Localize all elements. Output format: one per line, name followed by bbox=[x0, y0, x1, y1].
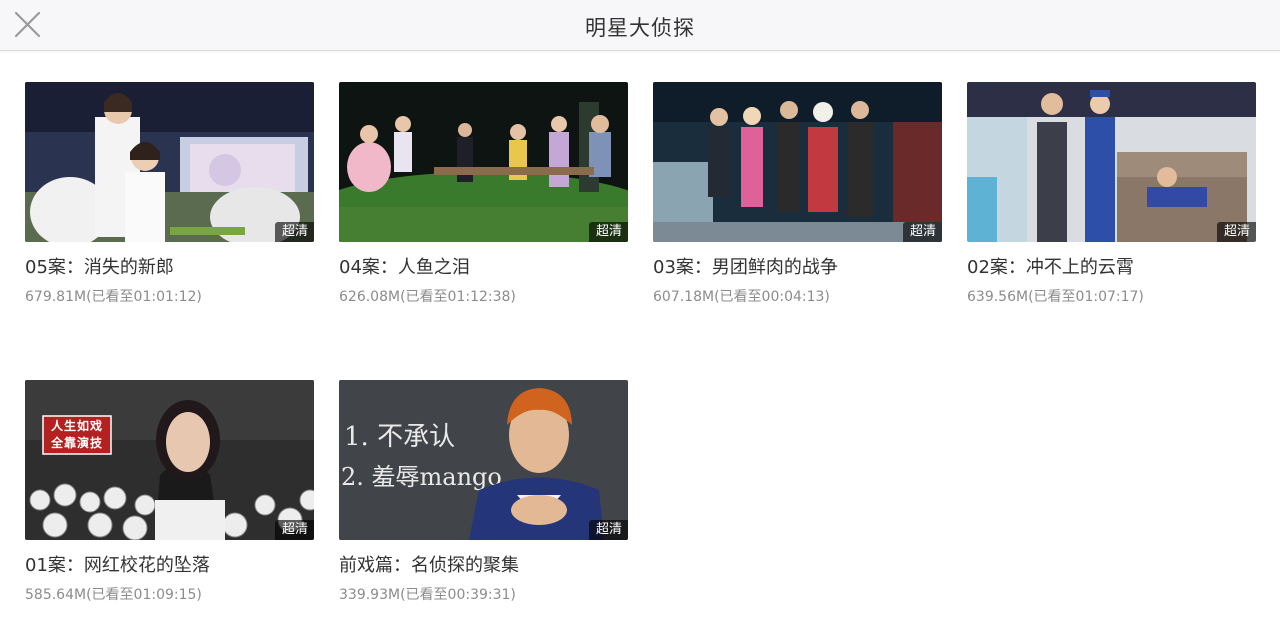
episode-thumbnail[interactable]: 超清 bbox=[25, 82, 314, 242]
episode-title[interactable]: 03案：男团鲜肉的战争 bbox=[653, 257, 942, 279]
chalk-line: 2. 羞辱mango bbox=[341, 463, 502, 491]
episode-thumbnail[interactable]: 1. 不承认 2. 羞辱mango 超清 bbox=[339, 380, 628, 540]
thumbnail-image bbox=[339, 82, 628, 242]
watch-progress: (已看至01:12:38) bbox=[400, 289, 516, 305]
thumbnail-image bbox=[967, 82, 1256, 242]
thumbnail-image bbox=[25, 82, 314, 242]
hd-badge: 超清 bbox=[902, 222, 942, 242]
thumbnail-image: 1. 不承认 2. 羞辱mango bbox=[339, 380, 628, 540]
hd-badge: 超清 bbox=[274, 520, 314, 540]
page-title: 明星大侦探 bbox=[585, 16, 695, 40]
episode-title[interactable]: 04案：人鱼之泪 bbox=[339, 257, 628, 279]
hd-badge: 超清 bbox=[588, 520, 628, 540]
episode-thumbnail[interactable]: 超清 bbox=[653, 82, 942, 242]
episode-card[interactable]: 超清 04案：人鱼之泪 626.08M(已看至01:12:38) bbox=[339, 82, 628, 306]
episode-thumbnail[interactable]: 超清 bbox=[967, 82, 1256, 242]
episode-title[interactable]: 01案：网红校花的坠落 bbox=[25, 555, 314, 577]
episode-card[interactable]: 1. 不承认 2. 羞辱mango 超清 前戏篇：名侦探的聚集 339.93M(… bbox=[339, 380, 628, 604]
episode-meta: 607.18M(已看至00:04:13) bbox=[653, 288, 942, 306]
episode-meta: 585.64M(已看至01:09:15) bbox=[25, 586, 314, 604]
episode-size: 339.93M bbox=[339, 587, 401, 603]
watch-progress: (已看至01:09:15) bbox=[86, 587, 202, 603]
episode-thumbnail[interactable]: 超清 bbox=[339, 82, 628, 242]
episode-size: 585.64M bbox=[25, 587, 87, 603]
chalk-line: 1. 不承认 bbox=[344, 422, 455, 452]
watch-progress: (已看至00:04:13) bbox=[714, 289, 830, 305]
thumbnail-image bbox=[25, 380, 314, 540]
episode-size: 626.08M bbox=[339, 289, 401, 305]
episode-title[interactable]: 02案：冲不上的云霄 bbox=[967, 257, 1256, 279]
thumbnail-caption: 人生如戏 全靠演技 bbox=[50, 419, 103, 450]
hd-badge: 超清 bbox=[1216, 222, 1256, 242]
episode-thumbnail[interactable]: 人生如戏 全靠演技 超清 bbox=[25, 380, 314, 540]
episode-card[interactable]: 超清 03案：男团鲜肉的战争 607.18M(已看至00:04:13) bbox=[653, 82, 942, 306]
episode-size: 679.81M bbox=[25, 289, 87, 305]
episode-card[interactable]: 超清 05案：消失的新郎 679.81M(已看至01:01:12) bbox=[25, 82, 314, 306]
episode-meta: 339.93M(已看至00:39:31) bbox=[339, 586, 628, 604]
episode-title[interactable]: 05案：消失的新郎 bbox=[25, 257, 314, 279]
hd-badge: 超清 bbox=[588, 222, 628, 242]
episode-meta: 639.56M(已看至01:07:17) bbox=[967, 288, 1256, 306]
episode-size: 639.56M bbox=[967, 289, 1029, 305]
episode-meta: 679.81M(已看至01:01:12) bbox=[25, 288, 314, 306]
episode-card[interactable]: 人生如戏 全靠演技 超清 01案：网红校花的坠落 585.64M(已看至01:0… bbox=[25, 380, 314, 604]
thumbnail-image bbox=[653, 82, 942, 242]
watch-progress: (已看至00:39:31) bbox=[400, 587, 516, 603]
watch-progress: (已看至01:07:17) bbox=[1028, 289, 1144, 305]
episode-title[interactable]: 前戏篇：名侦探的聚集 bbox=[339, 555, 628, 577]
episode-card[interactable]: 超清 02案：冲不上的云霄 639.56M(已看至01:07:17) bbox=[967, 82, 1256, 306]
episode-size: 607.18M bbox=[653, 289, 715, 305]
episode-meta: 626.08M(已看至01:12:38) bbox=[339, 288, 628, 306]
watch-progress: (已看至01:01:12) bbox=[86, 289, 202, 305]
hd-badge: 超清 bbox=[274, 222, 314, 242]
top-bar: 明星大侦探 bbox=[0, 0, 1280, 51]
